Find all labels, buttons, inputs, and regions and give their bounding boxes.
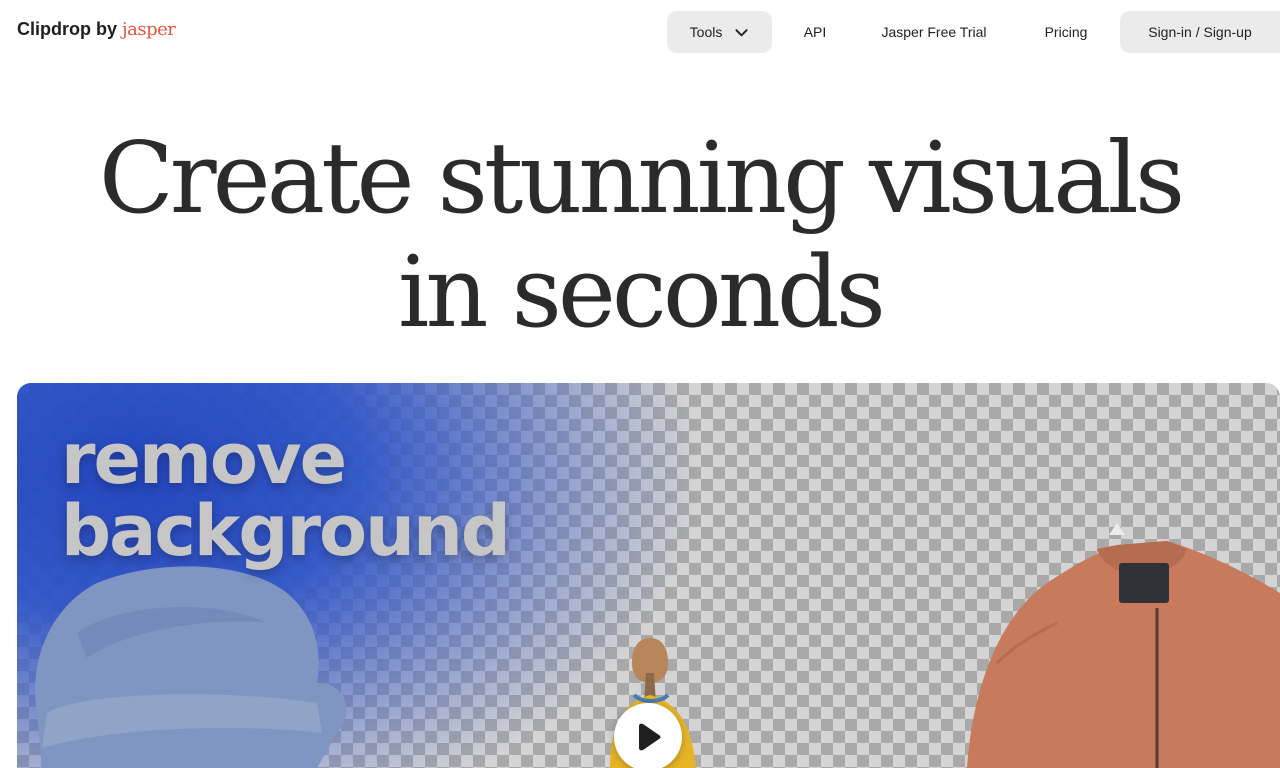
hero-title-line-1: Create stunning visuals — [98, 122, 1185, 236]
play-icon — [639, 723, 661, 751]
remove-background-overlay-text: remove background — [61, 418, 511, 572]
overlay-line-2: background — [61, 490, 511, 572]
hero-title-line-2: in seconds — [398, 236, 886, 350]
jasper-free-trial-link[interactable]: Jasper Free Trial — [870, 11, 998, 53]
logo-brand-text: jasper — [122, 19, 176, 40]
tools-label: Tools — [689, 24, 723, 40]
play-button[interactable] — [614, 703, 682, 768]
chevron-down-icon — [735, 28, 748, 36]
sign-in-button[interactable]: Sign-in / Sign-up — [1120, 11, 1280, 53]
chair-image — [35, 566, 347, 768]
jacket-image — [967, 523, 1280, 768]
tools-menu-button[interactable]: Tools — [667, 11, 772, 53]
clipdrop-logo[interactable]: Clipdrop by jasper — [17, 19, 176, 40]
top-navigation-bar: Clipdrop by jasper Tools API Jasper Free… — [0, 0, 1280, 64]
logo-by-text: by — [96, 19, 118, 39]
api-link[interactable]: API — [790, 11, 840, 53]
hero-video[interactable]: remove background — [17, 383, 1280, 768]
overlay-line-1: remove — [61, 418, 347, 500]
logo-wordmark: Clipdrop — [17, 19, 91, 39]
hero-title: Create stunning visuals in seconds — [0, 122, 1280, 350]
pricing-link[interactable]: Pricing — [1033, 11, 1099, 53]
